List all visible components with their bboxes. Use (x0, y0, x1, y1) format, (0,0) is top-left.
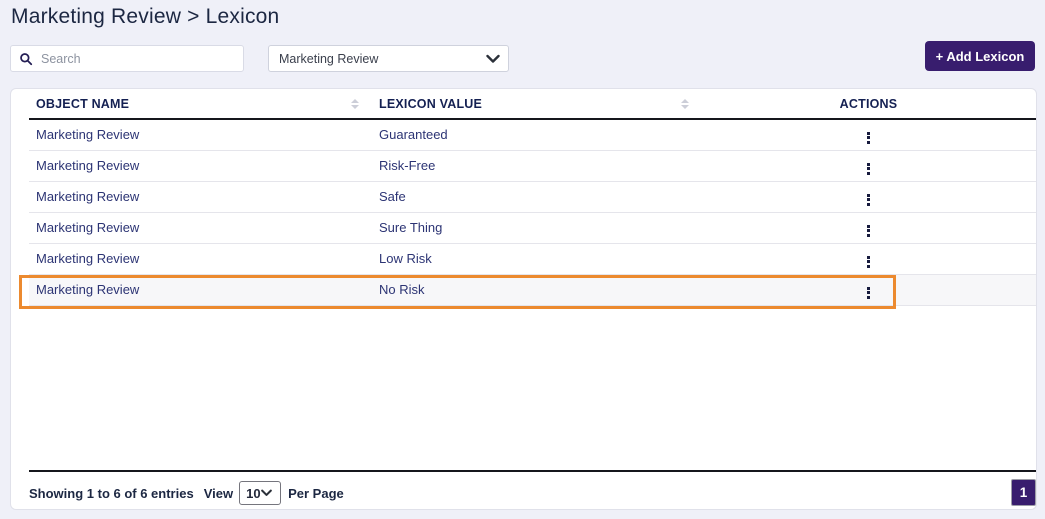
lexicon-value-cell: Low Risk (371, 243, 701, 275)
add-lexicon-button[interactable]: + Add Lexicon (925, 41, 1035, 71)
table-row: Marketing Review Guaranteed (29, 119, 1036, 151)
pagination-page-1-button[interactable]: 1 (1011, 479, 1036, 506)
lexicon-value-cell: Risk-Free (371, 150, 701, 182)
entries-summary: Showing 1 to 6 of 6 entries (29, 485, 194, 501)
search-icon (20, 52, 33, 65)
table-row: Marketing Review Risk-Free (29, 150, 1036, 182)
object-name-cell: Marketing Review (29, 181, 371, 213)
table-row: Marketing Review Sure Thing (29, 212, 1036, 244)
lexicon-table-card: OBJECT NAME LEXICON VALUE ACTIONS Market… (10, 88, 1037, 510)
per-page-label: Per Page (288, 485, 344, 501)
page-size-dropdown[interactable]: 10 (240, 482, 281, 504)
search-input[interactable] (41, 51, 235, 66)
table-footer: Showing 1 to 6 of 6 entries View 10 Per … (29, 481, 1036, 505)
lexicon-table: OBJECT NAME LEXICON VALUE ACTIONS Market… (29, 89, 1036, 306)
row-actions-kebab-icon[interactable] (861, 253, 876, 271)
table-row: Marketing Review Safe (29, 181, 1036, 213)
object-filter-dropdown[interactable]: Marketing Review (269, 46, 508, 71)
table-row: Marketing Review Low Risk (29, 243, 1036, 275)
column-header-actions: ACTIONS (701, 89, 1036, 120)
column-header-object-name[interactable]: OBJECT NAME (29, 89, 371, 120)
row-actions-kebab-icon[interactable] (861, 191, 876, 209)
sort-icon[interactable] (351, 98, 359, 109)
row-actions-kebab-icon[interactable] (861, 222, 876, 240)
column-header-lexicon-value[interactable]: LEXICON VALUE (371, 89, 701, 120)
row-actions-kebab-icon[interactable] (861, 284, 876, 302)
page-size-select[interactable]: 10 (239, 481, 282, 505)
sort-icon[interactable] (681, 98, 689, 109)
page-title: Marketing Review > Lexicon (11, 5, 280, 28)
table-row-highlighted: Marketing Review No Risk (29, 274, 1036, 306)
row-actions-kebab-icon[interactable] (861, 160, 876, 178)
lexicon-value-cell: No Risk (371, 274, 701, 306)
object-name-cell: Marketing Review (29, 119, 371, 151)
search-box[interactable] (10, 45, 244, 72)
table-header-row: OBJECT NAME LEXICON VALUE ACTIONS (29, 89, 1036, 120)
object-name-cell: Marketing Review (29, 243, 371, 275)
object-filter-select[interactable]: Marketing Review (268, 45, 509, 72)
view-label: View (203, 485, 234, 501)
table-wrap: OBJECT NAME LEXICON VALUE ACTIONS Market… (29, 89, 1036, 472)
lexicon-value-cell: Sure Thing (371, 212, 701, 244)
object-name-cell: Marketing Review (29, 274, 371, 306)
lexicon-value-cell: Guaranteed (371, 119, 701, 151)
object-name-cell: Marketing Review (29, 212, 371, 244)
row-actions-kebab-icon[interactable] (861, 129, 876, 147)
object-name-cell: Marketing Review (29, 150, 371, 182)
lexicon-value-cell: Safe (371, 181, 701, 213)
